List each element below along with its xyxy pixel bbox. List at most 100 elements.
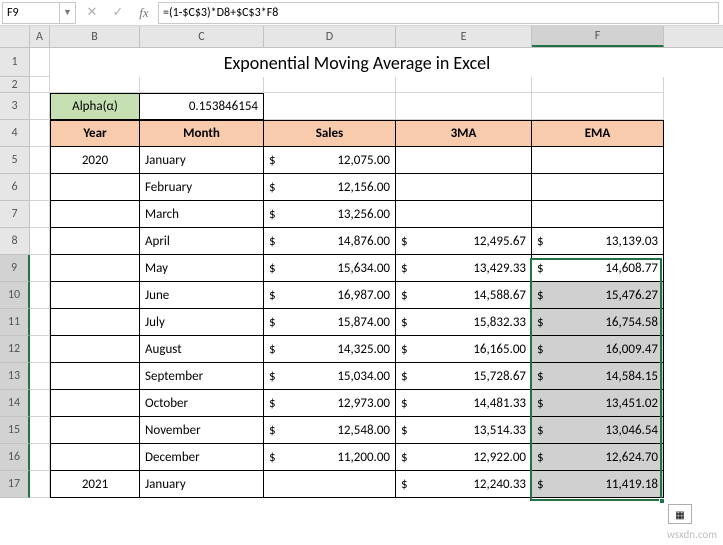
year-cell[interactable] xyxy=(50,336,140,363)
alpha-label[interactable]: Alpha(α) xyxy=(50,93,140,120)
cell-E2[interactable] xyxy=(396,77,532,93)
row-header[interactable]: 5 xyxy=(0,147,30,174)
row-header[interactable]: 15 xyxy=(0,417,30,444)
month-cell[interactable]: July xyxy=(140,309,264,336)
ma3-cell[interactable]: $14,588.67 xyxy=(396,282,532,309)
ema-cell[interactable]: $13,046.54 xyxy=(532,417,664,444)
cell-D3[interactable] xyxy=(264,93,396,120)
ema-cell[interactable]: $14,608.77 xyxy=(532,255,664,282)
year-cell[interactable] xyxy=(50,201,140,228)
ma3-cell[interactable]: $13,514.33 xyxy=(396,417,532,444)
ema-cell[interactable]: $13,451.02 xyxy=(532,390,664,417)
cell-A[interactable] xyxy=(30,309,50,336)
year-cell[interactable]: 2021 xyxy=(50,471,140,498)
row-header[interactable]: 9 xyxy=(0,255,30,282)
cell-C2[interactable] xyxy=(140,77,264,93)
cell-A3[interactable] xyxy=(30,93,50,120)
header-year[interactable]: Year xyxy=(50,120,140,147)
year-cell[interactable] xyxy=(50,444,140,471)
cell-A[interactable] xyxy=(30,282,50,309)
ema-cell[interactable]: $14,584.15 xyxy=(532,363,664,390)
col-header-F[interactable]: F xyxy=(532,26,664,47)
month-cell[interactable]: March xyxy=(140,201,264,228)
row-header[interactable]: 14 xyxy=(0,390,30,417)
month-cell[interactable]: June xyxy=(140,282,264,309)
cell-A[interactable] xyxy=(30,417,50,444)
sales-cell[interactable]: $12,156.00 xyxy=(264,174,396,201)
month-cell[interactable]: January xyxy=(140,147,264,174)
month-cell[interactable]: December xyxy=(140,444,264,471)
cell-E3[interactable] xyxy=(396,93,532,120)
year-cell[interactable] xyxy=(50,282,140,309)
ema-cell[interactable]: $11,419.18 xyxy=(532,471,664,498)
sales-cell[interactable]: $13,256.00 xyxy=(264,201,396,228)
cell-F3[interactable] xyxy=(532,93,664,120)
row-header[interactable]: 16 xyxy=(0,444,30,471)
cell-A[interactable] xyxy=(30,471,50,498)
ma3-cell[interactable]: $12,240.33 xyxy=(396,471,532,498)
sales-cell[interactable]: $16,987.00 xyxy=(264,282,396,309)
cell-A1[interactable] xyxy=(30,48,50,77)
row-header[interactable]: 12 xyxy=(0,336,30,363)
month-cell[interactable]: November xyxy=(140,417,264,444)
row-header-2[interactable]: 2 xyxy=(0,77,30,93)
row-header-1[interactable]: 1 xyxy=(0,48,30,77)
sales-cell[interactable]: $12,973.00 xyxy=(264,390,396,417)
year-cell[interactable] xyxy=(50,255,140,282)
cell-B2[interactable] xyxy=(50,77,140,93)
year-cell[interactable] xyxy=(50,228,140,255)
cell-A4[interactable] xyxy=(30,120,50,147)
header-month[interactable]: Month xyxy=(140,120,264,147)
sales-cell[interactable] xyxy=(264,471,396,498)
year-cell[interactable] xyxy=(50,309,140,336)
row-header-4[interactable]: 4 xyxy=(0,120,30,147)
month-cell[interactable]: October xyxy=(140,390,264,417)
col-header-D[interactable]: D xyxy=(264,26,396,47)
ma3-cell[interactable]: $15,728.67 xyxy=(396,363,532,390)
row-header[interactable]: 7 xyxy=(0,201,30,228)
cell-A[interactable] xyxy=(30,174,50,201)
ema-cell[interactable]: $16,754.58 xyxy=(532,309,664,336)
cell-A[interactable] xyxy=(30,444,50,471)
month-cell[interactable]: August xyxy=(140,336,264,363)
sales-cell[interactable]: $12,075.00 xyxy=(264,147,396,174)
row-header[interactable]: 17 xyxy=(0,471,30,498)
header-sales[interactable]: Sales xyxy=(264,120,396,147)
month-cell[interactable]: January xyxy=(140,471,264,498)
ema-cell[interactable]: $16,009.47 xyxy=(532,336,664,363)
sales-cell[interactable]: $15,634.00 xyxy=(264,255,396,282)
sales-cell[interactable]: $15,874.00 xyxy=(264,309,396,336)
name-box[interactable]: F9 xyxy=(2,2,60,24)
cell-A[interactable] xyxy=(30,147,50,174)
ema-cell[interactable] xyxy=(532,174,664,201)
fill-handle[interactable] xyxy=(659,498,665,504)
month-cell[interactable]: May xyxy=(140,255,264,282)
sales-cell[interactable]: $12,548.00 xyxy=(264,417,396,444)
col-header-E[interactable]: E xyxy=(396,26,532,47)
ma3-cell[interactable]: $13,429.33 xyxy=(396,255,532,282)
year-cell[interactable]: 2020 xyxy=(50,147,140,174)
col-header-B[interactable]: B xyxy=(50,26,140,47)
year-cell[interactable] xyxy=(50,417,140,444)
ma3-cell[interactable] xyxy=(396,147,532,174)
ma3-cell[interactable] xyxy=(396,201,532,228)
month-cell[interactable]: April xyxy=(140,228,264,255)
ma3-cell[interactable]: $16,165.00 xyxy=(396,336,532,363)
cell-A[interactable] xyxy=(30,390,50,417)
header-3ma[interactable]: 3MA xyxy=(396,120,532,147)
month-cell[interactable]: September xyxy=(140,363,264,390)
cell-F2[interactable] xyxy=(532,77,664,93)
ma3-cell[interactable]: $12,495.67 xyxy=(396,228,532,255)
select-all-corner[interactable] xyxy=(0,26,30,47)
cell-A2[interactable] xyxy=(30,77,50,93)
row-header-3[interactable]: 3 xyxy=(0,93,30,120)
fx-icon[interactable]: fx xyxy=(134,5,154,21)
row-header[interactable]: 10 xyxy=(0,282,30,309)
ema-cell[interactable]: $12,624.70 xyxy=(532,444,664,471)
year-cell[interactable] xyxy=(50,390,140,417)
sales-cell[interactable]: $11,200.00 xyxy=(264,444,396,471)
ema-cell[interactable] xyxy=(532,147,664,174)
title-cell[interactable]: Exponential Moving Average in Excel xyxy=(50,48,664,77)
autofill-options-button[interactable]: ▦ xyxy=(668,504,692,524)
ma3-cell[interactable]: $15,832.33 xyxy=(396,309,532,336)
